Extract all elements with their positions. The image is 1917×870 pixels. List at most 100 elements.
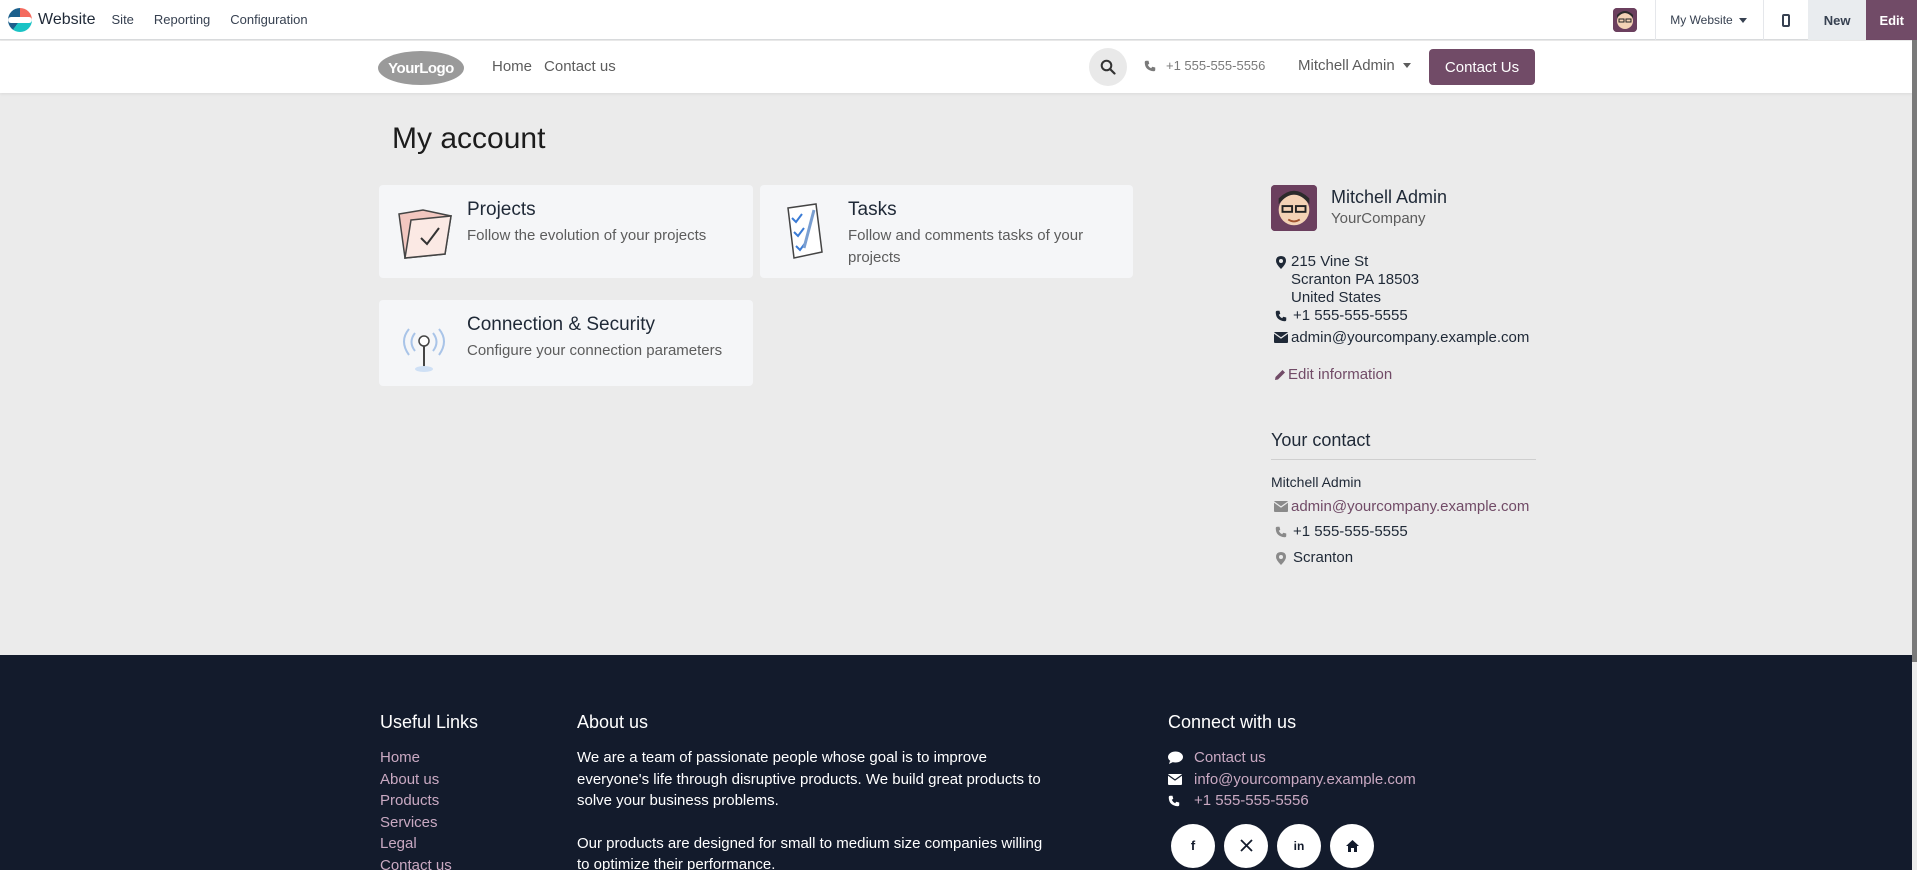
profile-company: YourCompany <box>1331 210 1426 227</box>
main-nav: Home Contact us <box>492 58 616 75</box>
home-icon[interactable] <box>1330 823 1374 868</box>
footer-contact-label: Contact us <box>1194 749 1266 766</box>
footer-link-contact-us[interactable]: Contact us <box>380 855 478 870</box>
footer-email-label: info@yourcompany.example.com <box>1194 770 1416 788</box>
website-switcher-label: My Website <box>1670 13 1733 27</box>
mobile-icon <box>1781 13 1790 27</box>
linkedin-icon[interactable]: in <box>1277 823 1321 868</box>
site-logo[interactable]: YourLogo <box>378 51 464 85</box>
card-tasks[interactable]: Tasks Follow and comments tasks of your … <box>760 185 1133 278</box>
footer-about: About us We are a team of passionate peo… <box>577 712 1047 870</box>
nav-home[interactable]: Home <box>492 58 532 75</box>
avatar-face-icon <box>1271 185 1317 231</box>
menu-reporting[interactable]: Reporting <box>154 12 210 27</box>
profile-email: admin@yourcompany.example.com <box>1271 329 1529 347</box>
envelope-icon <box>1168 773 1182 785</box>
footer-phone-label: +1 555-555-5556 <box>1194 792 1309 809</box>
nav-contact-us[interactable]: Contact us <box>544 58 616 75</box>
app-name: Website <box>38 10 96 28</box>
footer-link-about-us[interactable]: About us <box>380 769 478 791</box>
phone-icon <box>1275 310 1287 322</box>
phone-icon <box>1168 795 1180 806</box>
header-phone-number: +1 555-555-5556 <box>1166 58 1266 73</box>
x-icon[interactable] <box>1224 823 1268 868</box>
footer-connect: Connect with us Contact us info@yourcomp… <box>1168 712 1416 868</box>
comment-icon <box>1168 751 1183 765</box>
contact-us-button[interactable]: Contact Us <box>1429 49 1535 85</box>
profile-email-address: admin@yourcompany.example.com <box>1291 329 1530 346</box>
site-footer: Useful Links Home About us Products Serv… <box>0 655 1912 870</box>
edit-information-label: Edit information <box>1288 366 1393 383</box>
website-switcher[interactable]: My Website <box>1656 13 1762 27</box>
contact-email-address: admin@yourcompany.example.com <box>1291 498 1530 515</box>
menu-site[interactable]: Site <box>112 12 134 27</box>
profile-phone-number: +1 555-555-5555 <box>1293 307 1408 324</box>
card-connection-security[interactable]: Connection & Security Configure your con… <box>379 300 753 386</box>
user-avatar[interactable] <box>1613 8 1638 32</box>
address-line: Scranton PA 18503 <box>1291 271 1420 288</box>
caret-down-icon <box>1738 17 1747 23</box>
tasks-checklist-icon <box>774 200 836 262</box>
footer-phone-link[interactable]: +1 555-555-5556 <box>1168 790 1416 812</box>
edit-button[interactable]: Edit <box>1866 0 1917 40</box>
profile-address: 215 Vine St Scranton PA 18503 United Sta… <box>1271 253 1419 307</box>
footer-about-text: We are a team of passionate people whose… <box>577 749 1041 809</box>
user-menu-label: Mitchell Admin <box>1298 57 1395 74</box>
envelope-icon <box>1274 501 1288 512</box>
card-projects[interactable]: Projects Follow the evolution of your pr… <box>379 185 753 278</box>
footer-heading: Useful Links <box>380 712 479 732</box>
footer-useful-links: Useful Links Home About us Products Serv… <box>380 712 478 870</box>
site-header: YourLogo Home Contact us +1 555-555-5556… <box>0 41 1912 93</box>
header-phone[interactable]: +1 555-555-5556 <box>1144 58 1265 73</box>
edit-information-link[interactable]: Edit information <box>1271 366 1392 384</box>
admin-bar: Website Site Reporting Configuration My … <box>0 0 1917 40</box>
mobile-preview-button[interactable] <box>1764 0 1808 40</box>
profile-name: Mitchell Admin <box>1331 187 1448 207</box>
contact-name: Mitchell Admin <box>1271 474 1362 490</box>
footer-link-products[interactable]: Products <box>380 790 478 812</box>
phone-icon <box>1275 526 1287 538</box>
new-button[interactable]: New <box>1807 0 1867 40</box>
contact-phone: +1 555-555-5555 <box>1271 523 1408 541</box>
social-links: f in <box>1171 823 1416 868</box>
footer-contact-link[interactable]: Contact us <box>1168 747 1416 769</box>
search-icon <box>1100 59 1116 75</box>
card-title: Tasks <box>848 199 897 220</box>
contact-email[interactable]: admin@yourcompany.example.com <box>1271 498 1529 516</box>
search-button[interactable] <box>1089 48 1127 86</box>
footer-link-home[interactable]: Home <box>380 747 478 769</box>
admin-menu: Site Reporting Configuration <box>112 12 308 27</box>
map-marker-icon <box>1276 552 1286 565</box>
footer-email-link[interactable]: info@yourcompany.example.com <box>1168 769 1416 791</box>
footer-link-services[interactable]: Services <box>380 812 478 834</box>
footer-about-text: Our products are designed for small to m… <box>577 834 1043 870</box>
avatar-face-icon <box>1613 8 1638 32</box>
contact-phone-number: +1 555-555-5555 <box>1293 523 1408 540</box>
card-title: Projects <box>467 199 536 220</box>
antenna-icon <box>393 315 455 377</box>
menu-configuration[interactable]: Configuration <box>230 12 307 27</box>
footer-heading: About us <box>577 712 649 732</box>
envelope-icon <box>1274 332 1288 343</box>
page-title: My account <box>392 122 546 155</box>
profile-phone: +1 555-555-5555 <box>1271 307 1408 325</box>
contact-city: Scranton <box>1271 549 1353 567</box>
user-menu[interactable]: Mitchell Admin <box>1298 57 1411 74</box>
your-contact-heading: Your contact <box>1271 430 1536 460</box>
profile-avatar <box>1271 185 1317 231</box>
admin-bar-right: My Website New Edit <box>1613 0 1917 40</box>
contact-city-name: Scranton <box>1293 549 1354 566</box>
page-scrollbar[interactable] <box>1912 40 1917 662</box>
address-line: United States <box>1291 289 1382 306</box>
phone-icon <box>1144 60 1156 71</box>
footer-heading: Connect with us <box>1168 712 1297 732</box>
card-description: Follow the evolution of your projects <box>467 227 707 244</box>
website-app-logo[interactable]: Website <box>8 0 96 40</box>
odoo-website-icon <box>8 7 32 32</box>
card-description: Configure your connection parameters <box>467 342 723 359</box>
card-description: Follow and comments tasks of your projec… <box>848 227 1084 266</box>
facebook-icon[interactable]: f <box>1171 823 1215 868</box>
pencil-icon <box>1274 370 1285 380</box>
footer-link-legal[interactable]: Legal <box>380 833 478 855</box>
caret-down-icon <box>1402 63 1411 68</box>
